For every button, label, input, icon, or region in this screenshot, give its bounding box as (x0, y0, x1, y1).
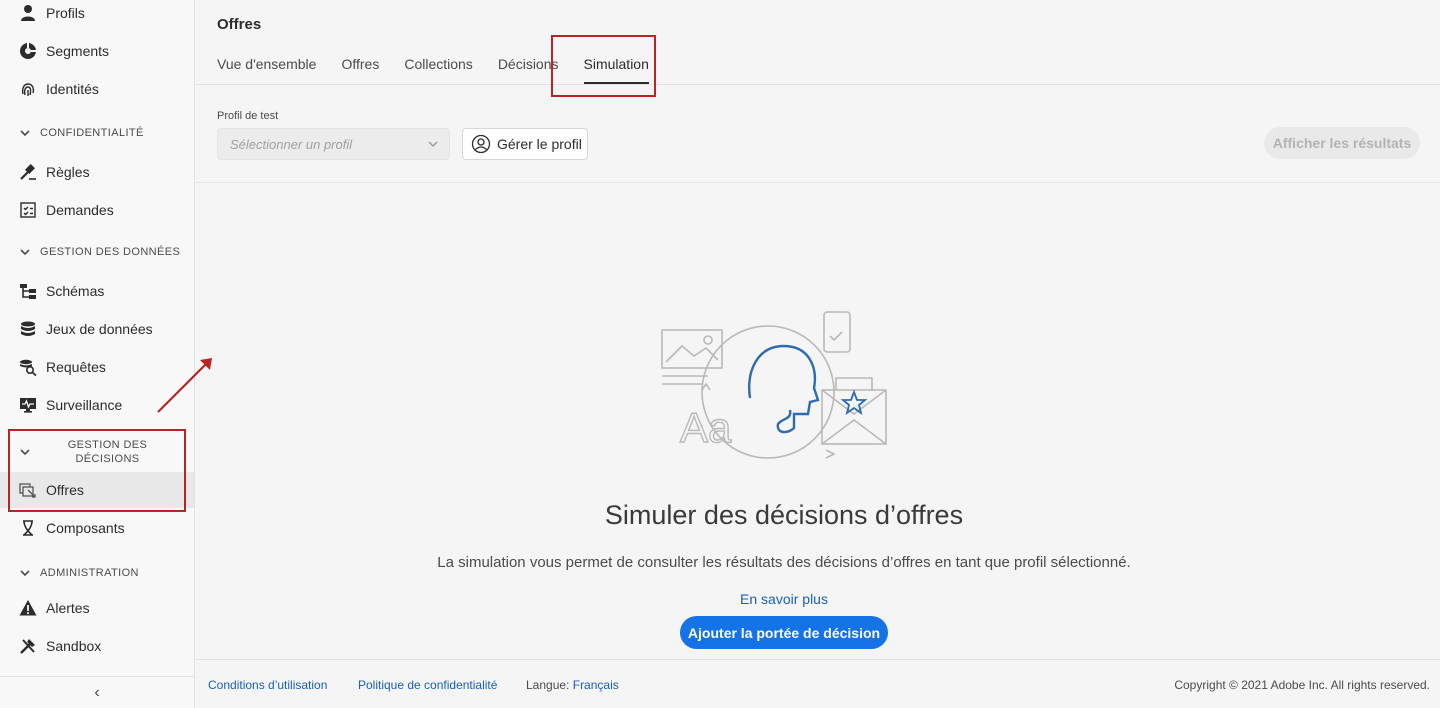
language-selector[interactable]: Langue: Français (526, 678, 619, 692)
section-label: CONFIDENTIALITÉ (40, 127, 144, 139)
chevron-down-icon (20, 130, 30, 137)
sidebar-item-label: Surveillance (46, 397, 123, 413)
chevron-down-icon (20, 570, 30, 577)
copyright-text: Copyright © 2021 Adobe Inc. All rights r… (1174, 678, 1430, 692)
profile-select-placeholder: Sélectionner un profil (230, 136, 353, 152)
add-decision-scope-button[interactable]: Ajouter la portée de décision (680, 616, 888, 649)
manage-profile-button[interactable]: Gérer le profil (462, 128, 588, 160)
chevron-down-icon (20, 249, 30, 256)
empty-state-description: La simulation vous permet de consulter l… (437, 554, 1131, 571)
sidebar-item-demandes[interactable]: Demandes (18, 198, 114, 222)
sidebar-item-alertes[interactable]: Alertes (18, 596, 90, 620)
toolbar-divider (196, 182, 1440, 183)
sidebar-item-label: Identités (46, 81, 99, 97)
annotation-highlight-tab (551, 35, 656, 97)
sidebar-item-jeux-de-donnees[interactable]: Jeux de données (18, 317, 153, 341)
database-icon (18, 319, 38, 339)
terms-link[interactable]: Conditions d’utilisation (208, 678, 327, 692)
main-content: Offres Vue d'ensemble Offres Collections… (196, 0, 1440, 708)
sandbox-icon (18, 636, 38, 656)
user-circle-icon (471, 134, 491, 154)
language-label: Langue: (526, 678, 570, 692)
section-administration[interactable]: ADMINISTRATION (18, 566, 139, 580)
chevron-down-icon (428, 141, 438, 147)
sidebar-item-requetes[interactable]: Requêtes (18, 355, 106, 379)
sidebar-item-label: Segments (46, 43, 110, 59)
sidebar-item-label: Requêtes (46, 359, 106, 375)
sidebar-item-profils[interactable]: Profils (18, 1, 85, 25)
collapse-sidebar-button[interactable]: ‹ (0, 676, 194, 708)
sidebar-item-regles[interactable]: Règles (18, 160, 90, 184)
section-confidentialite[interactable]: CONFIDENTIALITÉ (18, 126, 144, 140)
query-icon (18, 357, 38, 377)
sidebar-item-surveillance[interactable]: Surveillance (18, 393, 122, 417)
tabs-divider (196, 84, 1440, 85)
schema-icon (18, 281, 38, 301)
privacy-link[interactable]: Politique de confidentialité (358, 678, 497, 692)
simulation-illustration: Aa (661, 311, 887, 459)
annotation-highlight-sidebar (8, 429, 186, 512)
sidebar-item-label: Alertes (46, 600, 90, 616)
sidebar-item-label: Règles (46, 164, 90, 180)
section-gestion-donnees[interactable]: GESTION DES DONNÉES (18, 245, 180, 259)
learn-more-link[interactable]: En savoir plus (196, 591, 1372, 607)
sidebar-item-label: Demandes (46, 202, 114, 218)
manage-profile-label: Gérer le profil (497, 136, 582, 152)
sidebar-item-label: Jeux de données (46, 321, 153, 337)
sidebar-item-segments[interactable]: Segments (18, 39, 109, 63)
sidebar-item-sandbox[interactable]: Sandbox (18, 634, 101, 658)
section-label: ADMINISTRATION (40, 567, 139, 579)
sidebar-item-composants[interactable]: Composants (18, 516, 125, 540)
page-title: Offres (217, 16, 262, 33)
sidebar-item-label: Composants (46, 520, 125, 536)
annotation-arrow-icon (157, 358, 212, 413)
sidebar-item-identites[interactable]: Identités (18, 77, 99, 101)
gavel-icon (18, 162, 38, 182)
components-icon (18, 518, 38, 538)
checklist-icon (18, 200, 38, 220)
footer-divider (196, 659, 1440, 660)
monitor-icon (18, 395, 38, 415)
profile-field-label: Profil de test (217, 110, 279, 122)
tab-collections[interactable]: Collections (404, 56, 472, 84)
fingerprint-icon (18, 79, 38, 99)
section-label: GESTION DES DONNÉES (40, 246, 181, 258)
sidebar-item-schemas[interactable]: Schémas (18, 279, 104, 303)
sidebar-item-label: Profils (46, 5, 85, 21)
language-value[interactable]: Français (573, 678, 619, 692)
empty-state-title: Simuler des décisions d’offres (604, 500, 964, 530)
segments-icon (18, 41, 38, 61)
tab-vue-ensemble[interactable]: Vue d'ensemble (217, 56, 316, 84)
tab-offres[interactable]: Offres (341, 56, 379, 84)
sidebar-item-label: Schémas (46, 283, 105, 299)
chevron-left-icon: ‹ (94, 683, 100, 701)
show-results-button[interactable]: Afficher les résultats (1264, 127, 1420, 159)
illustration-text: Aa (680, 404, 732, 451)
user-icon (18, 3, 38, 23)
alert-icon (18, 598, 38, 618)
profile-select[interactable]: Sélectionner un profil (217, 128, 450, 160)
tab-decisions[interactable]: Décisions (498, 56, 559, 84)
sidebar-item-label: Sandbox (46, 638, 102, 654)
